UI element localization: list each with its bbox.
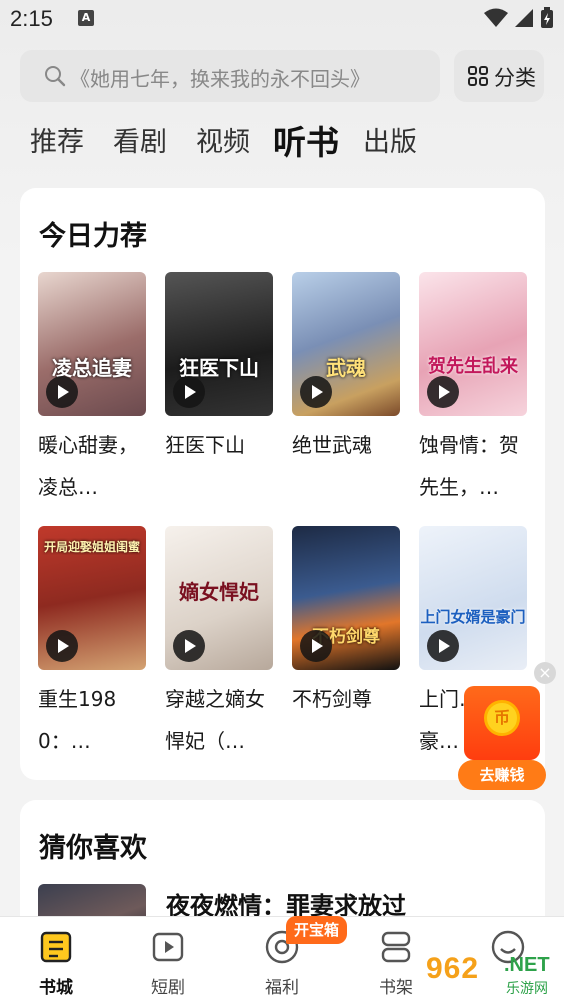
site-watermark-logo: 962 .NET 乐游网 — [426, 952, 560, 1000]
coin-icon: 币 — [484, 700, 520, 736]
play-icon[interactable] — [300, 376, 332, 408]
play-icon[interactable] — [173, 630, 205, 662]
search-input[interactable]: 《她用七年，换来我的永不回头》 — [20, 50, 440, 102]
section-title: 猜你喜欢 — [39, 833, 147, 864]
book-title: 暖心甜妻，凌总… — [38, 433, 138, 499]
watermark-net: .NET — [504, 954, 550, 976]
book-icon — [40, 931, 72, 963]
nav-bookshelf[interactable]: 书架 — [356, 917, 436, 1004]
book-cover[interactable]: 上门女婿是豪门 — [419, 526, 527, 670]
book-title: 狂医下山 — [165, 433, 245, 457]
search-placeholder: 《她用七年，换来我的永不回头》 — [70, 67, 370, 91]
tab-watch-drama[interactable]: 看剧 — [113, 120, 167, 159]
book-cover[interactable]: 开局迎娶姐姐闺蜜 — [38, 526, 146, 670]
category-label: 分类 — [494, 66, 536, 90]
cover-title: 贺先生乱来 — [428, 356, 518, 377]
tab-video[interactable]: 视频 — [196, 120, 250, 159]
cover-title: 上门女婿是豪门 — [420, 608, 526, 626]
nav-bookstore[interactable]: 书城 — [16, 917, 96, 1004]
video-play-icon — [152, 932, 184, 962]
bookshelf-icon — [381, 931, 411, 963]
close-icon[interactable]: × — [534, 662, 556, 684]
nav-label: 书架 — [379, 978, 413, 998]
cover-title: 嫡女悍妃 — [179, 580, 259, 604]
reward-float-button[interactable]: 币 — [464, 686, 540, 760]
play-icon[interactable] — [46, 630, 78, 662]
battery-icon — [541, 7, 553, 28]
play-icon[interactable] — [173, 376, 205, 408]
book-title: 蚀骨情：贺先生，… — [419, 433, 519, 499]
tab-audiobook[interactable]: 听书 — [273, 116, 339, 164]
watermark-site-name: 乐游网 — [506, 980, 548, 996]
notification-icon: A — [78, 10, 94, 26]
nav-short-drama[interactable]: 短剧 — [128, 917, 208, 1004]
status-bar: 2:15 A — [0, 0, 564, 36]
book-cover[interactable]: 不朽剑尊 — [292, 526, 400, 670]
watermark-number: 962 — [426, 952, 480, 985]
treasure-box-badge[interactable]: 开宝箱 — [286, 916, 348, 944]
wifi-icon — [484, 8, 508, 27]
status-time: 2:15 — [10, 6, 53, 31]
play-icon[interactable] — [427, 376, 459, 408]
book-title: 穿越之嫡女悍妃（… — [165, 687, 265, 753]
book-title: 绝世武魂 — [292, 433, 372, 457]
book-title: 重生1980：… — [38, 687, 117, 753]
play-icon[interactable] — [300, 630, 332, 662]
cover-title: 开局迎娶姐姐闺蜜 — [43, 540, 140, 554]
play-icon[interactable] — [46, 376, 78, 408]
book-cover[interactable]: 武魂 — [292, 272, 400, 416]
grid-icon — [468, 66, 488, 86]
nav-label: 书城 — [39, 978, 73, 998]
tab-recommend[interactable]: 推荐 — [30, 120, 84, 159]
book-title: 不朽剑尊 — [292, 687, 372, 711]
book-cover[interactable]: 嫡女悍妃 — [165, 526, 273, 670]
earn-money-label[interactable]: 去赚钱 — [458, 760, 546, 790]
book-cover[interactable]: 狂医下山 — [165, 272, 273, 416]
search-icon — [45, 66, 66, 87]
play-icon[interactable] — [427, 630, 459, 662]
category-button[interactable]: 分类 — [454, 50, 544, 102]
nav-label: 福利 — [265, 978, 299, 998]
nav-label: 短剧 — [151, 978, 185, 998]
book-cover[interactable]: 凌总追妻 — [38, 272, 146, 416]
tab-publishing[interactable]: 出版 — [363, 120, 417, 159]
section-title: 今日力荐 — [39, 221, 147, 252]
signal-icon — [515, 9, 533, 27]
book-cover[interactable]: 贺先生乱来 — [419, 272, 527, 416]
status-icons — [484, 7, 554, 29]
